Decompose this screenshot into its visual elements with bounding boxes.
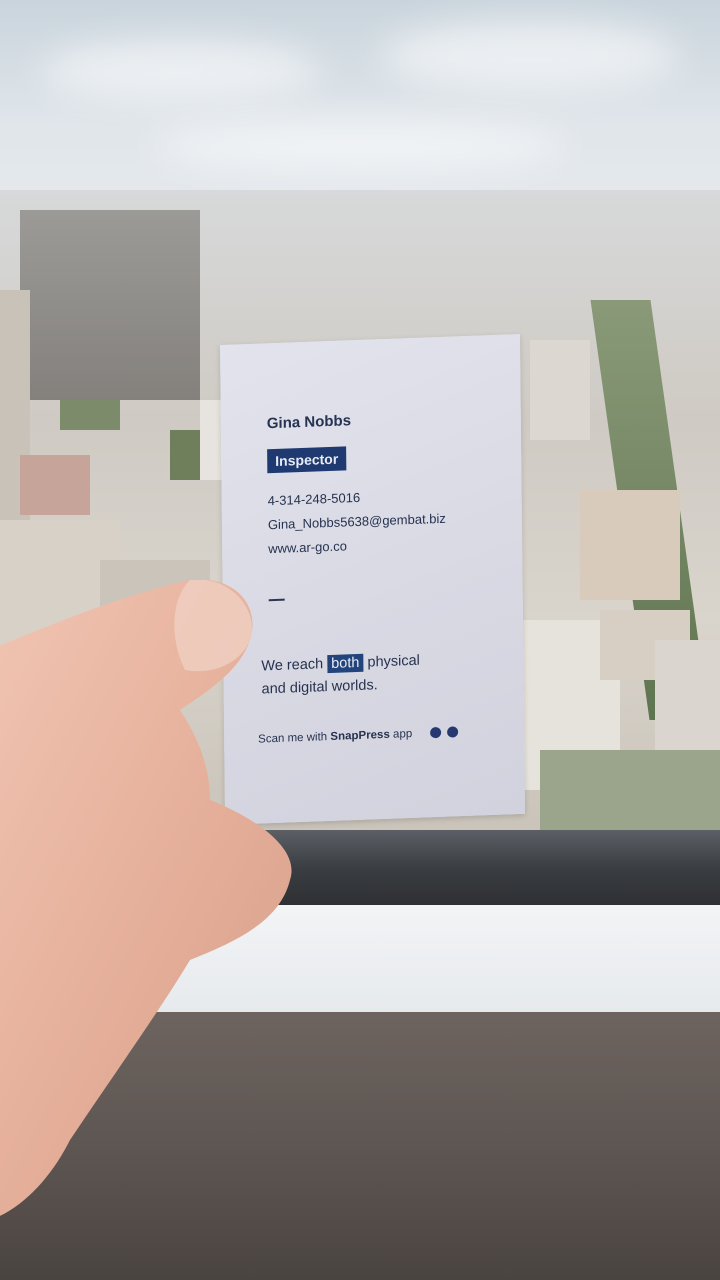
scan-app: SnapPress bbox=[330, 728, 390, 743]
app-icons bbox=[430, 726, 459, 739]
card-name: Gina Nobbs bbox=[266, 412, 352, 433]
card-website: www.ar-go.co bbox=[268, 538, 347, 557]
tagline-highlight: both bbox=[327, 653, 364, 674]
card-email: Gina_Nobbs5638@gembat.biz bbox=[267, 510, 446, 533]
photo-scene: Gina Nobbs Inspector 4-314-248-5016 Gina… bbox=[0, 0, 720, 1280]
tagline-part2: physical bbox=[367, 652, 420, 671]
scan-suffix: app bbox=[392, 727, 413, 741]
android-icon bbox=[430, 726, 442, 739]
card-role-badge: Inspector bbox=[267, 446, 347, 474]
hand bbox=[0, 580, 292, 1216]
apple-icon bbox=[447, 726, 459, 738]
card-phone: 4-314-248-5016 bbox=[267, 489, 361, 509]
